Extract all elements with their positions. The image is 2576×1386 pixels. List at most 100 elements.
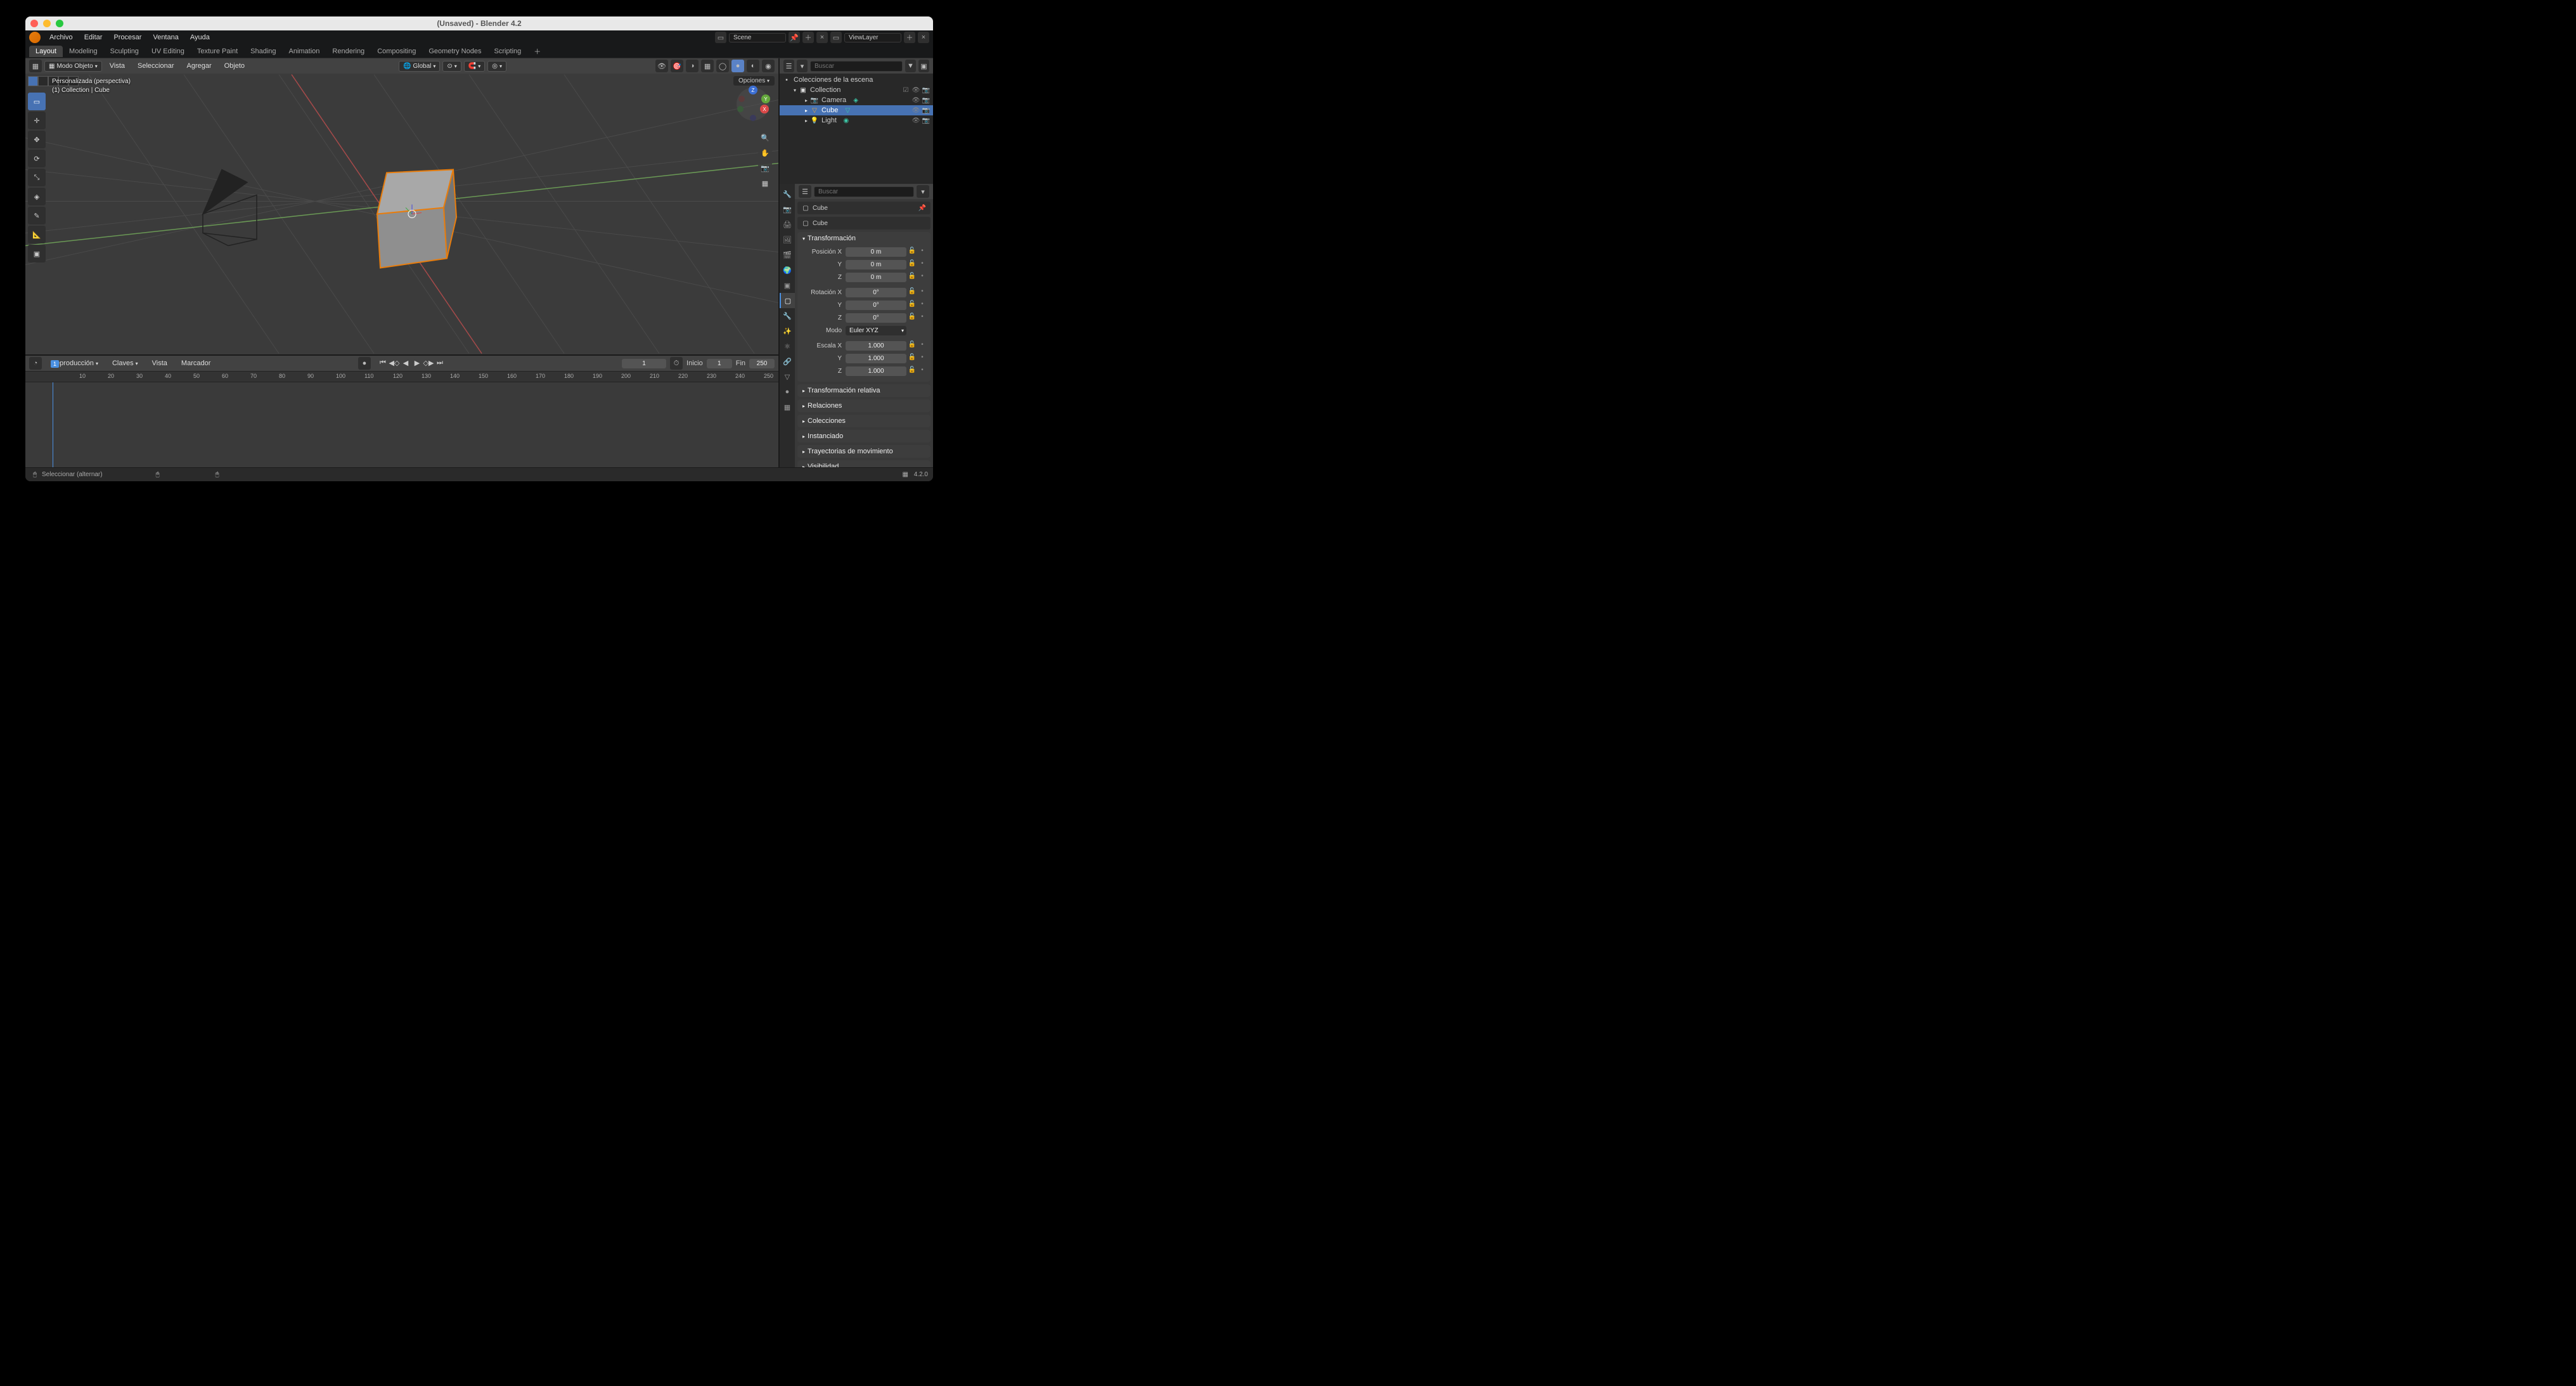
perspective-toggle-icon[interactable]: ▦ [758, 176, 772, 190]
object-visibility-icon[interactable]: 👁 [655, 60, 668, 72]
play-forward-icon[interactable]: ▶ [411, 357, 423, 368]
workspace-tab-add[interactable]: ＋ [527, 44, 547, 58]
viewlayer-delete-icon[interactable]: × [918, 32, 929, 43]
menu-editar[interactable]: Editar [79, 32, 108, 42]
prop-tab-scene-icon[interactable]: 🎬 [780, 247, 795, 262]
jump-next-keyframe-icon[interactable]: ◇▶ [423, 357, 434, 368]
select-mode-box[interactable] [38, 76, 48, 86]
camera-render-icon[interactable]: 📷 [922, 96, 931, 105]
outliner-search-input[interactable] [810, 61, 903, 72]
autokey-toggle-icon[interactable]: ● [358, 357, 371, 370]
prop-tab-modifier-icon[interactable]: 🔧 [780, 308, 795, 323]
properties-breadcrumb[interactable]: ▢Cube 📌 [797, 202, 931, 214]
pin-icon[interactable]: 📌 [918, 204, 927, 212]
cube-object[interactable] [377, 170, 456, 268]
camera-view-icon[interactable]: 📷 [758, 161, 772, 175]
viewport-menu-vista[interactable]: Vista [105, 61, 130, 71]
prop-tab-physics-icon[interactable]: ⚛ [780, 339, 795, 354]
lock-scale-x-icon[interactable]: 🔓 [908, 341, 917, 350]
viewport-options-dropdown[interactable]: Opciones ▾ [733, 76, 775, 86]
workspace-tab-sculpting[interactable]: Sculpting [104, 46, 145, 57]
scene-delete-icon[interactable]: × [816, 32, 828, 43]
outliner-collection[interactable]: ▾▣Collection ☑👁📷 [780, 85, 933, 95]
timeline-menu-claves[interactable]: Claves ▾ [107, 358, 143, 368]
lock-pos-y-icon[interactable]: 🔓 [908, 260, 917, 269]
shading-rendered-icon[interactable]: ◉ [762, 60, 775, 72]
outliner-item-cube[interactable]: ▸▽Cube ▽ 👁📷 [780, 105, 933, 115]
tool-measure[interactable]: 📐 [28, 226, 46, 243]
lock-pos-x-icon[interactable]: 🔓 [908, 247, 917, 256]
lock-scale-z-icon[interactable]: 🔓 [908, 366, 917, 375]
collection-eye-icon[interactable]: 👁 [911, 86, 920, 94]
collection-checkbox-icon[interactable]: ☑ [901, 86, 910, 94]
play-reverse-icon[interactable]: ◀ [400, 357, 411, 368]
workspace-tab-animation[interactable]: Animation [283, 46, 326, 57]
shading-wireframe-icon[interactable]: ◯ [716, 60, 729, 72]
maximize-window-button[interactable] [56, 20, 63, 27]
viewport-menu-seleccionar[interactable]: Seleccionar [132, 61, 179, 71]
tool-rotate[interactable]: ⟳ [28, 150, 46, 167]
menu-ayuda[interactable]: Ayuda [185, 32, 215, 42]
rotation-z-field[interactable]: 0° [846, 313, 906, 323]
end-frame-field[interactable]: 250 [749, 359, 775, 368]
prop-tab-material-icon[interactable]: ● [780, 384, 795, 399]
viewlayer-name-field[interactable]: ViewLayer [844, 33, 901, 42]
viewport-menu-agregar[interactable]: Agregar [181, 61, 216, 71]
transform-orientation-dropdown[interactable]: 🌐Global▾ [399, 61, 440, 72]
select-mode-tweak[interactable] [28, 76, 38, 86]
scale-y-field[interactable]: 1.000 [846, 354, 906, 363]
shading-material-icon[interactable]: ◐ [747, 60, 759, 72]
timeline-menu-vista[interactable]: Vista [147, 358, 172, 368]
viewlayer-browse-icon[interactable]: ▭ [830, 32, 842, 43]
workspace-tab-modeling[interactable]: Modeling [63, 46, 104, 57]
workspace-tab-scripting[interactable]: Scripting [487, 46, 527, 57]
current-frame-field[interactable]: 1 [622, 359, 666, 368]
tool-move[interactable]: ✥ [28, 131, 46, 148]
prop-tab-world-icon[interactable]: 🌍 [780, 262, 795, 278]
prop-tab-output-icon[interactable]: 🖨 [780, 217, 795, 232]
xray-toggle-icon[interactable]: ▦ [701, 60, 714, 72]
prop-tab-tool-icon[interactable]: 🔧 [780, 186, 795, 202]
interaction-mode-dropdown[interactable]: ▦Modo Objeto▾ [44, 61, 102, 72]
start-frame-field[interactable]: 1 [707, 359, 732, 368]
jump-to-end-icon[interactable]: ⏭ [434, 357, 446, 368]
prop-tab-data-icon[interactable]: ▽ [780, 369, 795, 384]
outliner-scene-collection[interactable]: ▪Colecciones de la escena [780, 75, 933, 85]
workspace-tab-geometry-nodes[interactable]: Geometry Nodes [422, 46, 487, 57]
tool-scale[interactable]: ⤡ [28, 169, 46, 186]
prop-tab-viewlayer-icon[interactable]: 🖼 [780, 232, 795, 247]
timeline-editor-type-icon[interactable]: ◔ [29, 357, 42, 370]
viewlayer-new-icon[interactable]: ＋ [904, 32, 915, 43]
viewport-3d[interactable]: Personalizada (perspectiva) (1) Collecti… [25, 74, 778, 354]
zoom-icon[interactable]: 🔍 [758, 131, 772, 145]
outliner-editor-type-icon[interactable]: ☰ [783, 60, 794, 72]
overlays-toggle-icon[interactable]: ◑ [686, 60, 699, 72]
timeline-body[interactable] [25, 382, 778, 467]
menu-procesar[interactable]: Procesar [108, 32, 146, 42]
position-z-field[interactable]: 0 m [846, 273, 906, 282]
prop-tab-render-icon[interactable]: 📷 [780, 202, 795, 217]
scene-browse-icon[interactable]: ▭ [715, 32, 726, 43]
prop-tab-object-icon[interactable]: ▢ [780, 293, 795, 308]
properties-editor-type-icon[interactable]: ☰ [799, 185, 811, 198]
lock-rot-x-icon[interactable]: 🔓 [908, 288, 917, 297]
viewport-nav-gizmo[interactable]: X Y Z [734, 85, 772, 123]
scene-pin-icon[interactable]: 📌 [789, 32, 800, 43]
workspace-tab-compositing[interactable]: Compositing [371, 46, 422, 57]
jump-prev-keyframe-icon[interactable]: ◀◇ [389, 357, 400, 368]
pivot-point-dropdown[interactable]: ⊙▾ [442, 61, 461, 72]
workspace-tab-uv-editing[interactable]: UV Editing [145, 46, 191, 57]
menu-archivo[interactable]: Archivo [44, 32, 78, 42]
light-render-icon[interactable]: 📷 [922, 116, 931, 125]
tool-select-box[interactable]: ▭ [28, 93, 46, 110]
scale-z-field[interactable]: 1.000 [846, 366, 906, 376]
rotation-x-field[interactable]: 0° [846, 288, 906, 297]
tool-annotate[interactable]: ✎ [28, 207, 46, 224]
workspace-tab-shading[interactable]: Shading [244, 46, 282, 57]
workspace-tab-rendering[interactable]: Rendering [326, 46, 371, 57]
pan-icon[interactable]: ✋ [758, 146, 772, 160]
properties-options-icon[interactable]: ▾ [917, 185, 929, 198]
prop-tab-texture-icon[interactable]: ▦ [780, 399, 795, 415]
proportional-edit-toggle[interactable]: ◎▾ [487, 61, 506, 72]
workspace-tab-texture-paint[interactable]: Texture Paint [191, 46, 244, 57]
